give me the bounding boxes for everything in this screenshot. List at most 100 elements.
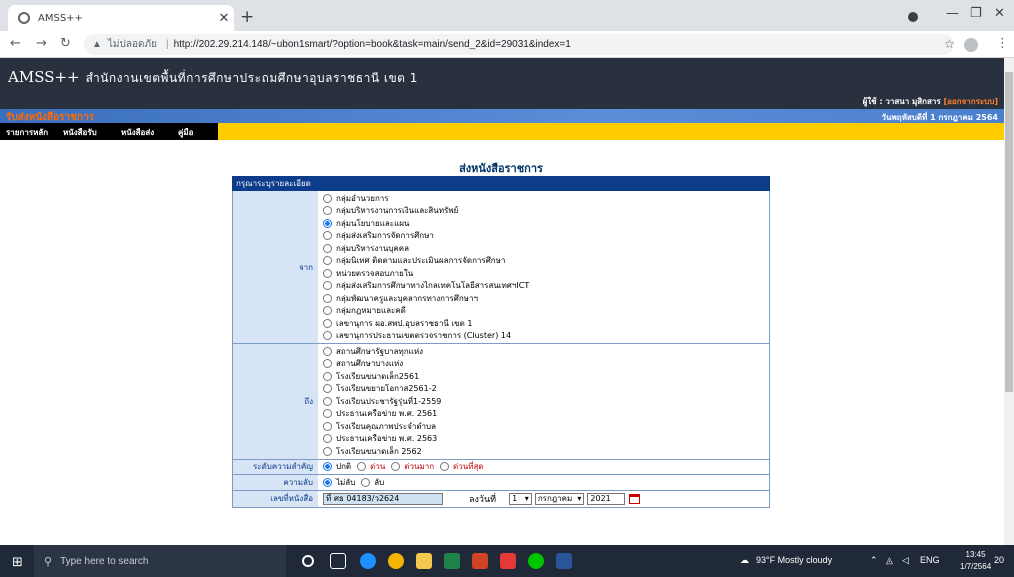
to-option[interactable]: โรงเรียนคุณภาพประจำตำบล: [323, 420, 764, 433]
radio-selected-icon[interactable]: [323, 218, 332, 228]
radio-icon[interactable]: [361, 477, 371, 487]
menu-sent[interactable]: หนังสือส่ง: [121, 126, 154, 139]
menu-main[interactable]: รายการหลัก: [6, 126, 48, 139]
language-indicator[interactable]: ENG: [920, 555, 940, 565]
new-tab-icon[interactable]: +: [240, 7, 254, 27]
scrollbar-thumb[interactable]: [1005, 72, 1013, 392]
radio-icon[interactable]: [323, 384, 332, 394]
radio-icon[interactable]: [323, 231, 332, 241]
powerpoint-icon[interactable]: [472, 553, 488, 569]
radio-icon[interactable]: [323, 371, 332, 381]
radio-icon[interactable]: [323, 256, 332, 266]
radio-icon[interactable]: [323, 434, 332, 444]
to-option[interactable]: สถานศึกษาบางแห่ง: [323, 358, 764, 371]
from-option[interactable]: กลุ่มกฎหมายและคดี: [323, 305, 764, 318]
logout-link[interactable]: [ออกจากระบบ]: [943, 97, 998, 106]
notification-badge[interactable]: 20: [994, 555, 1004, 565]
priority-option[interactable]: ด่วนที่สุด: [440, 461, 484, 474]
bookmark-star-icon[interactable]: ☆: [944, 37, 955, 51]
task-view-icon[interactable]: [330, 553, 346, 569]
to-option[interactable]: สถานศึกษารัฐบาลทุกแห่ง: [323, 345, 764, 358]
to-option[interactable]: ประธานเครือข่าย พ.ศ. 2561: [323, 408, 764, 421]
menu-manual[interactable]: คู่มือ: [178, 126, 193, 139]
to-option[interactable]: โรงเรียนประชารัฐรุ่นที่1-2559: [323, 395, 764, 408]
radio-selected-icon[interactable]: [323, 462, 332, 472]
from-option[interactable]: กลุ่มบริหารงานการเงินและสินทรัพย์: [323, 205, 764, 218]
radio-icon[interactable]: [323, 396, 332, 406]
radio-icon[interactable]: [440, 462, 450, 472]
from-option[interactable]: กลุ่มนิเทศ ติดตามและประเมินผลการจัดการศึ…: [323, 255, 764, 268]
excel-icon[interactable]: [444, 553, 460, 569]
menu-received[interactable]: หนังสือรับ: [63, 126, 97, 139]
taskbar-search[interactable]: ⚲ Type here to search: [34, 545, 286, 577]
cortana-icon[interactable]: [302, 555, 314, 567]
radio-icon[interactable]: [323, 281, 332, 291]
from-option[interactable]: เลขานุการประธานเขตตรวจราชการ (Cluster) 1…: [323, 330, 764, 343]
restore-icon[interactable]: ❐: [970, 6, 982, 21]
priority-option[interactable]: ด่วนมาก: [391, 461, 434, 474]
radio-icon[interactable]: [323, 346, 332, 356]
radio-icon[interactable]: [323, 409, 332, 419]
from-option[interactable]: กลุ่มส่งเสริมการศึกษาทางไกลเทคโนโลยีสารส…: [323, 280, 764, 293]
edge-icon[interactable]: [360, 553, 376, 569]
radio-icon[interactable]: [323, 318, 332, 328]
volume-icon[interactable]: ◁: [902, 555, 909, 566]
back-icon[interactable]: ←: [10, 36, 21, 51]
page-scrollbar[interactable]: [1004, 58, 1014, 545]
from-option[interactable]: กลุ่มนโยบายและแผน: [323, 217, 764, 230]
profile-avatar[interactable]: [964, 38, 978, 52]
minimize-icon[interactable]: —: [946, 6, 959, 21]
address-bar[interactable]: ▲ ไม่ปลอดภัย | http://202.29.214.148/~ub…: [84, 34, 954, 55]
to-option[interactable]: โรงเรียนขนาดเล็ก2561: [323, 370, 764, 383]
browser-tab[interactable]: AMSS++ ✕: [8, 5, 234, 31]
secret-option[interactable]: ลับ: [361, 476, 384, 489]
tray-chevron-icon[interactable]: ⌃: [870, 555, 878, 566]
reload-icon[interactable]: ↻: [60, 36, 71, 51]
forward-icon[interactable]: →: [36, 36, 47, 51]
record-icon[interactable]: [908, 12, 918, 22]
radio-icon[interactable]: [323, 359, 332, 369]
from-option[interactable]: หน่วยตรวจสอบภายใน: [323, 267, 764, 280]
docno-input[interactable]: ที่ ศธ 04183/ว2624: [323, 492, 443, 505]
acrobat-icon[interactable]: [500, 553, 516, 569]
to-option[interactable]: ประธานเครือข่าย พ.ศ. 2563: [323, 433, 764, 446]
priority-option[interactable]: ปกติ: [323, 461, 351, 474]
to-option[interactable]: โรงเรียนขยายโอกาส2561-2: [323, 383, 764, 396]
secret-option[interactable]: ไม่ลับ: [323, 476, 355, 489]
radio-icon[interactable]: [323, 306, 332, 316]
month-select[interactable]: กรกฎาคม ▾: [534, 492, 585, 505]
radio-icon[interactable]: [357, 462, 367, 472]
radio-icon[interactable]: [323, 206, 332, 216]
year-input[interactable]: 2021: [587, 492, 626, 505]
radio-selected-icon[interactable]: [323, 477, 332, 487]
priority-option[interactable]: ด่วน: [357, 461, 385, 474]
radio-icon[interactable]: [323, 243, 332, 253]
line-icon[interactable]: [528, 553, 544, 569]
close-tab-icon[interactable]: ✕: [214, 11, 234, 26]
to-option[interactable]: โรงเรียนขนาดเล็ก 2562: [323, 445, 764, 458]
word-icon[interactable]: [556, 553, 572, 569]
windows-start-icon[interactable]: ⊞: [12, 555, 23, 570]
radio-icon[interactable]: [391, 462, 401, 472]
close-window-icon[interactable]: ✕: [994, 6, 1005, 21]
day-select[interactable]: 1 ▾: [509, 492, 532, 505]
weather-text[interactable]: 93°F Mostly cloudy: [756, 555, 832, 565]
radio-icon[interactable]: [323, 193, 332, 203]
from-option[interactable]: กลุ่มอำนวยการ: [323, 192, 764, 205]
from-option[interactable]: กลุ่มส่งเสริมการจัดการศึกษา: [323, 230, 764, 243]
from-option[interactable]: กลุ่มบริหารงานบุคคล: [323, 242, 764, 255]
chrome-icon[interactable]: [388, 553, 404, 569]
radio-icon[interactable]: [323, 446, 332, 456]
weather-icon[interactable]: ☁: [740, 555, 749, 566]
calendar-icon[interactable]: [629, 493, 641, 504]
taskbar-clock[interactable]: 13:45 1/7/2564: [960, 549, 991, 573]
radio-icon[interactable]: [323, 331, 332, 341]
from-option[interactable]: กลุ่มพัฒนาครูและบุคลากรทางการศึกษาฯ: [323, 292, 764, 305]
from-option[interactable]: เลขานุการ ผอ.สพป.อุบลราชธานี เขต 1: [323, 317, 764, 330]
file-explorer-icon[interactable]: [416, 553, 432, 569]
radio-icon[interactable]: [323, 421, 332, 431]
browser-menu-icon[interactable]: ⋮: [996, 36, 1009, 51]
network-icon[interactable]: ◬: [886, 555, 893, 566]
radio-icon[interactable]: [323, 293, 332, 303]
radio-icon[interactable]: [323, 268, 332, 278]
